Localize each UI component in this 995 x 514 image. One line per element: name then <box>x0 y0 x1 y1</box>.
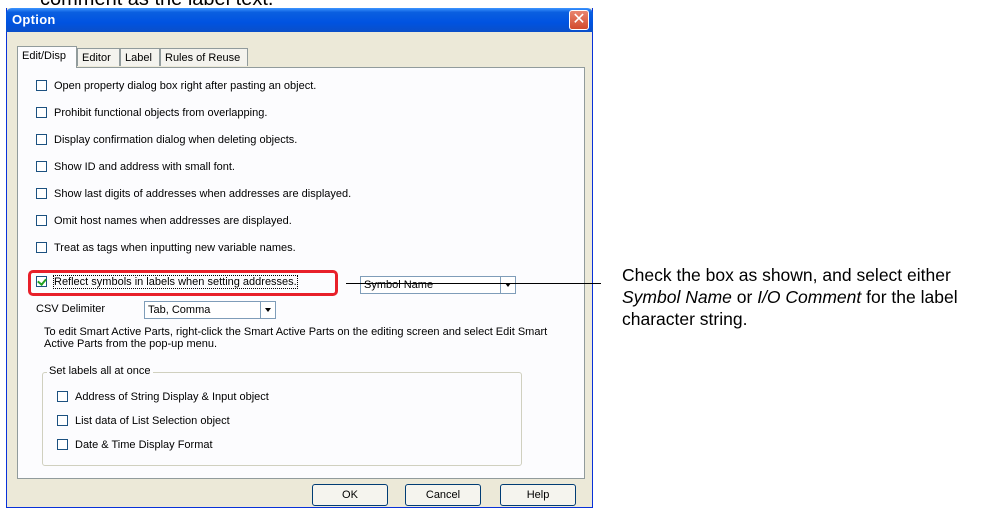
ok-button[interactable]: OK <box>312 484 388 506</box>
tab-label[interactable]: Label <box>120 48 160 66</box>
option-label: Show last digits of addresses when addre… <box>54 188 352 200</box>
chevron-down-icon[interactable] <box>500 277 515 293</box>
tab-editor[interactable]: Editor <box>77 48 120 66</box>
csv-delimiter-label: CSV Delimiter <box>36 303 106 315</box>
option-omit-host-names[interactable]: Omit host names when addresses are displ… <box>36 214 292 230</box>
dialog-title: Option <box>12 12 56 27</box>
option-label: Prohibit functional objects from overlap… <box>54 107 268 119</box>
checkbox[interactable] <box>57 414 68 426</box>
callout-emphasis: I/O Comment <box>757 287 862 307</box>
option-prohibit-overlap[interactable]: Prohibit functional objects from overlap… <box>36 106 268 122</box>
option-open-property-dialog[interactable]: Open property dialog box right after pas… <box>36 79 317 95</box>
callout-emphasis: Symbol Name <box>622 287 732 307</box>
tab-edit-disp[interactable]: Edit/Disp <box>17 46 77 68</box>
checkbox-checked[interactable] <box>36 275 47 287</box>
checkbox[interactable] <box>36 160 47 172</box>
edit-disp-panel: Open property dialog box right after pas… <box>17 67 585 479</box>
checkbox[interactable] <box>36 214 47 226</box>
option-treat-as-tags[interactable]: Treat as tags when inputting new variabl… <box>36 241 296 257</box>
checkbox[interactable] <box>36 241 47 253</box>
csv-delimiter-value: Tab, Comma <box>148 304 211 316</box>
option-list-data[interactable]: List data of List Selection object <box>57 414 230 430</box>
checkbox[interactable] <box>57 438 68 450</box>
cancel-button[interactable]: Cancel <box>405 484 481 506</box>
chevron-down-icon[interactable] <box>260 302 275 318</box>
option-last-digits[interactable]: Show last digits of addresses when addre… <box>36 187 352 203</box>
checkbox[interactable] <box>36 79 47 91</box>
option-address-string-display[interactable]: Address of String Display & Input object <box>57 390 269 406</box>
callout-leader-line <box>346 283 601 284</box>
smart-active-parts-info: To edit Smart Active Parts, right-click … <box>44 326 548 350</box>
option-small-font[interactable]: Show ID and address with small font. <box>36 160 235 176</box>
option-confirm-delete[interactable]: Display confirmation dialog when deletin… <box>36 133 298 149</box>
tab-rules-of-reuse[interactable]: Rules of Reuse <box>160 48 248 66</box>
label-source-select[interactable]: Symbol Name <box>360 276 516 294</box>
label-source-value: Symbol Name <box>364 279 434 291</box>
checkbox[interactable] <box>57 390 68 402</box>
group-title: Set labels all at once <box>47 365 153 377</box>
option-label: Treat as tags when inputting new variabl… <box>54 242 296 254</box>
dialog-titlebar[interactable]: Option ✕ <box>6 8 593 32</box>
callout-text: Check the box as shown, and select eithe… <box>622 264 992 330</box>
option-label: Show ID and address with small font. <box>54 161 235 173</box>
option-reflect-symbols[interactable]: Reflect symbols in labels when setting a… <box>36 275 298 291</box>
option-label: Date & Time Display Format <box>75 439 213 451</box>
csv-delimiter-select[interactable]: Tab, Comma <box>144 301 276 319</box>
option-label: Reflect symbols in labels when setting a… <box>53 275 298 289</box>
callout-part: Check the box as shown, and select eithe… <box>622 265 951 285</box>
checkbox[interactable] <box>36 187 47 199</box>
option-label: Omit host names when addresses are displ… <box>54 215 292 227</box>
callout-part: or <box>731 287 758 307</box>
help-button[interactable]: Help <box>500 484 576 506</box>
option-date-time-format[interactable]: Date & Time Display Format <box>57 438 213 454</box>
option-label: Address of String Display & Input object <box>75 391 269 403</box>
option-label: Open property dialog box right after pas… <box>54 80 317 92</box>
set-labels-group: Set labels all at once Address of String… <box>42 365 522 466</box>
checkbox[interactable] <box>36 133 47 145</box>
close-icon[interactable]: ✕ <box>569 10 589 30</box>
checkbox[interactable] <box>36 106 47 118</box>
option-dialog: Option ✕ Edit/Disp Editor Label Rules of… <box>6 8 593 508</box>
option-label: List data of List Selection object <box>75 415 230 427</box>
option-label: Display confirmation dialog when deletin… <box>54 134 298 146</box>
